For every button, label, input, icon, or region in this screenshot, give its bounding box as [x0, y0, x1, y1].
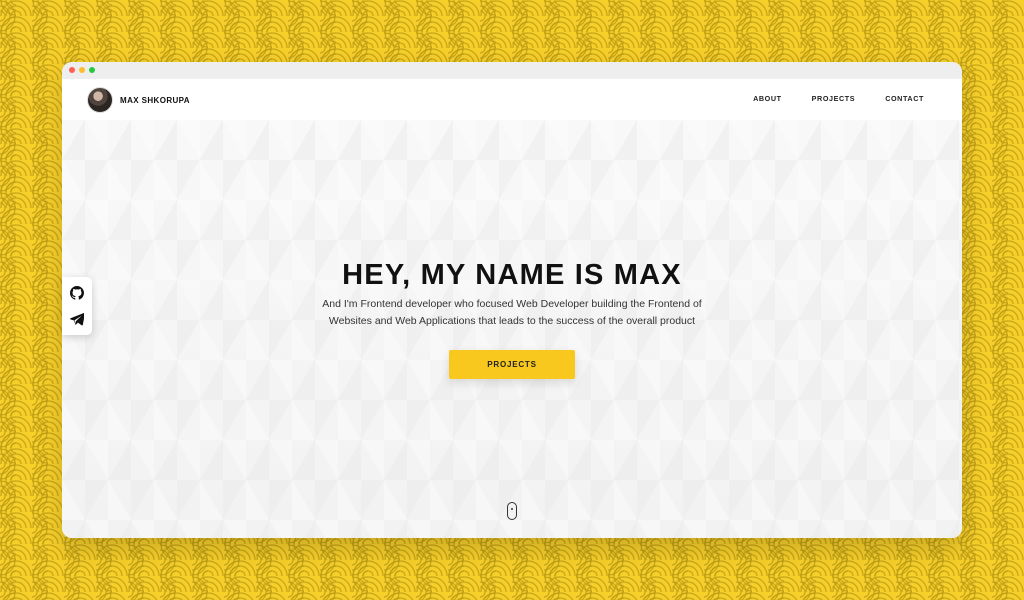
site-header: MAX SHKORUPA ABOUT PROJECTS CONTACT [62, 79, 962, 121]
brand-name: MAX SHKORUPA [120, 95, 190, 105]
window-titlebar [62, 62, 962, 79]
minimize-window-control[interactable] [79, 67, 85, 73]
close-window-control[interactable] [69, 67, 75, 73]
telegram-icon [70, 312, 84, 326]
hero-description-line-1: And I'm Frontend developer who focused W… [322, 298, 702, 310]
main-navigation: ABOUT PROJECTS CONTACT [753, 94, 924, 103]
avatar [87, 87, 113, 113]
hero-description-line-2: Websites and Web Applications that leads… [328, 315, 696, 327]
nav-about[interactable]: ABOUT [753, 94, 782, 103]
hero-title: HEY, MY NAME IS MAX [342, 259, 682, 292]
brand[interactable]: MAX SHKORUPA [87, 87, 190, 113]
projects-button[interactable]: PROJECTS [449, 350, 575, 379]
telegram-link[interactable] [69, 311, 85, 327]
nav-projects[interactable]: PROJECTS [812, 94, 856, 103]
hero-description: And I'm Frontend developer who focused W… [62, 296, 962, 330]
nav-contact[interactable]: CONTACT [885, 94, 924, 103]
social-sidebar [62, 277, 92, 335]
github-icon [70, 286, 84, 300]
github-link[interactable] [69, 285, 85, 301]
browser-window: MAX SHKORUPA ABOUT PROJECTS CONTACT HEY,… [62, 62, 962, 538]
scroll-mouse-icon[interactable] [507, 502, 517, 520]
maximize-window-control[interactable] [89, 67, 95, 73]
hero-section: HEY, MY NAME IS MAX And I'm Frontend dev… [62, 120, 962, 538]
